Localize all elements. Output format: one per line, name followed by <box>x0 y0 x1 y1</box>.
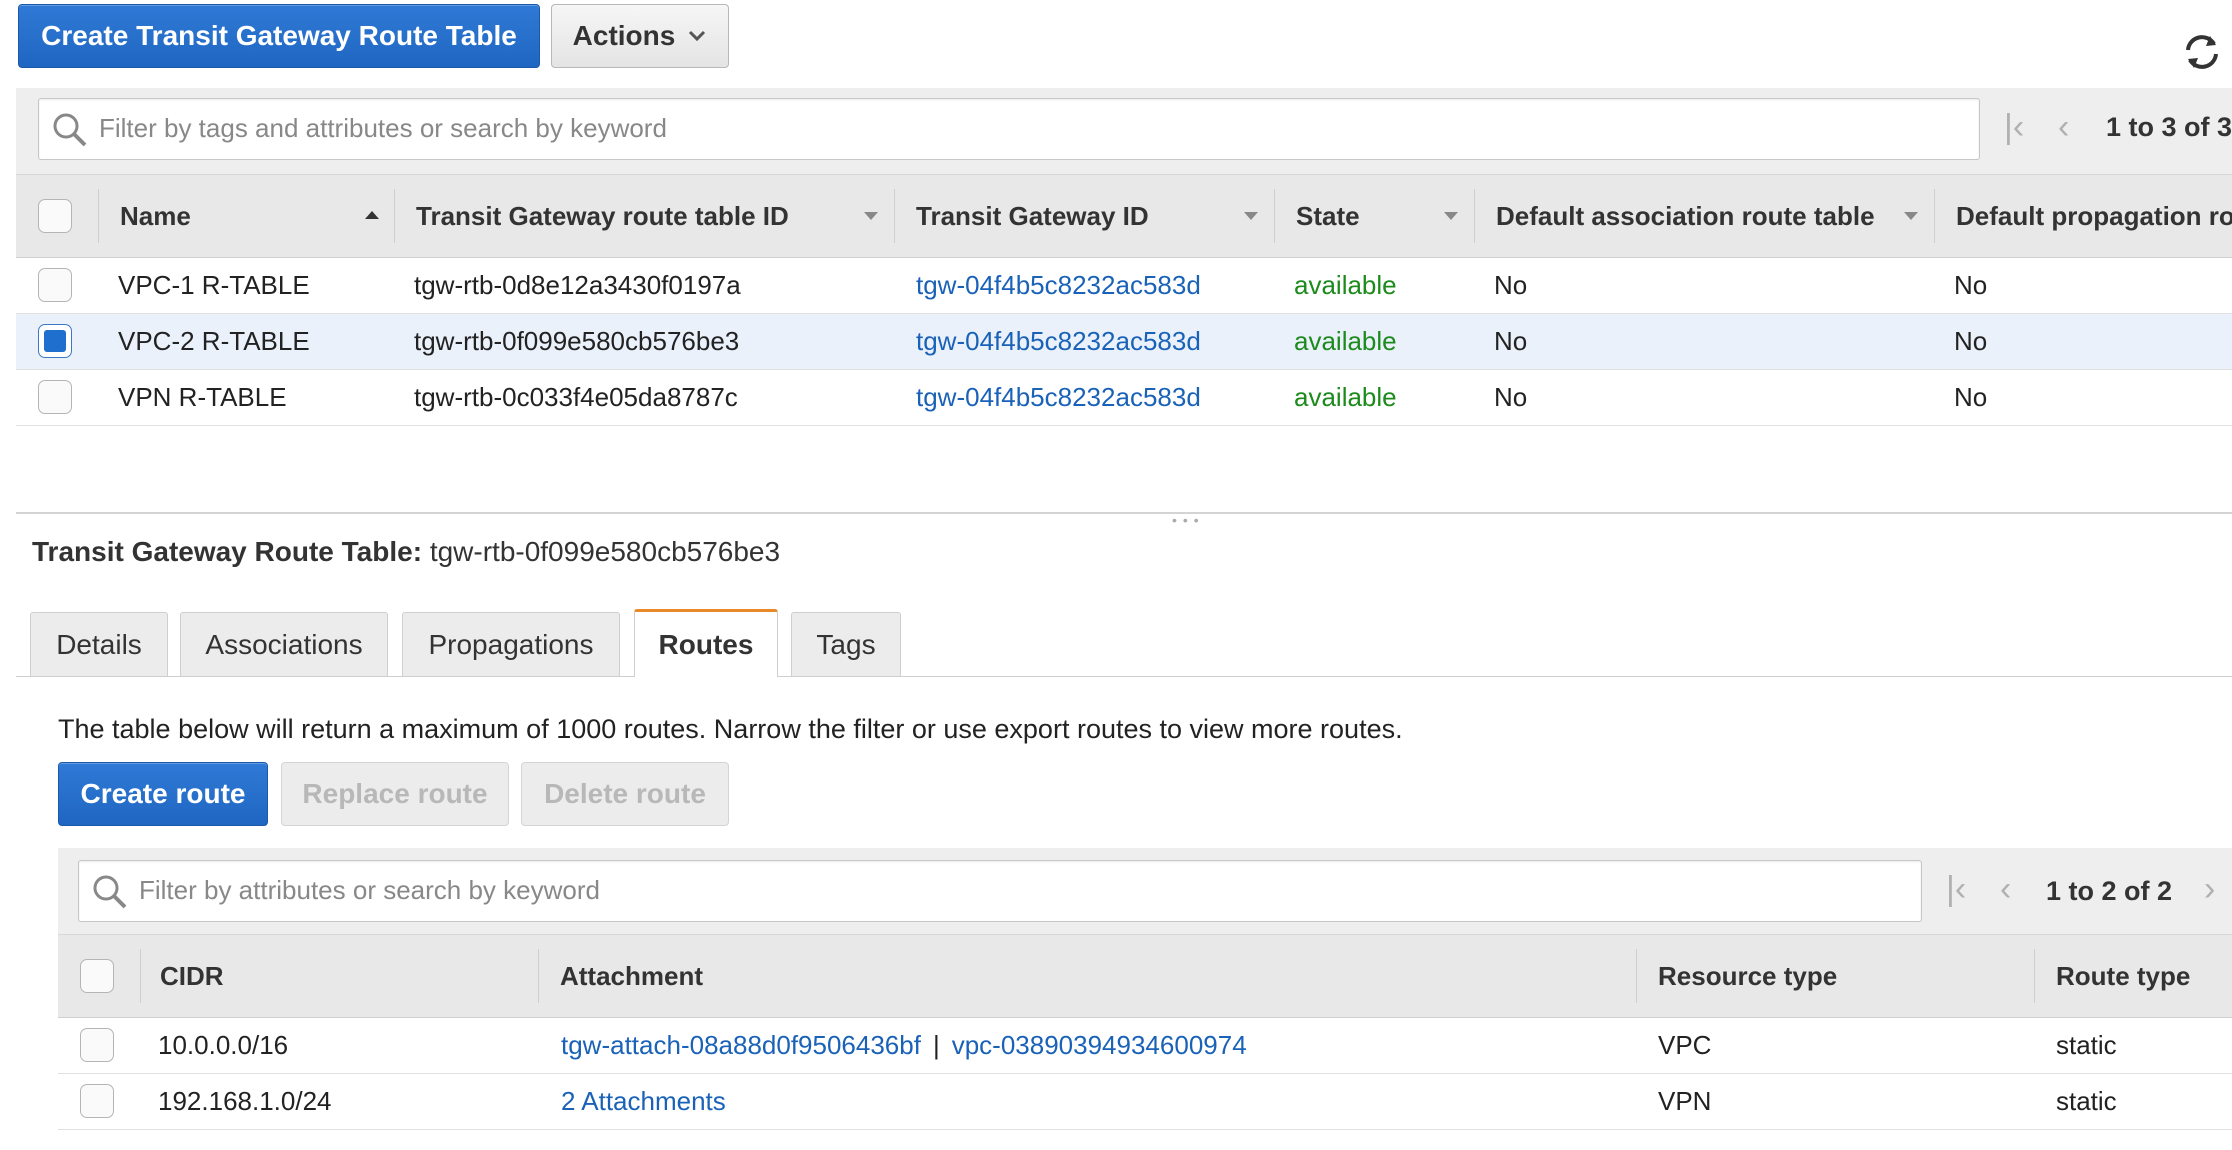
attachment-link[interactable]: tgw-attach-08a88d0f9506436bf <box>561 1030 921 1061</box>
select-all-checkbox[interactable] <box>38 199 72 233</box>
create-route-table-label: Create Transit Gateway Route Table <box>41 20 517 51</box>
prev-page-icon[interactable]: ‹ <box>2058 108 2069 147</box>
route-tables-header: Name Transit Gateway route table ID Tran… <box>16 174 2232 258</box>
sort-icon <box>1904 212 1918 220</box>
route-resource-type: VPC <box>1658 1030 1712 1060</box>
route-resource-type: VPN <box>1658 1086 1712 1116</box>
row-state: available <box>1294 270 1397 300</box>
sort-icon <box>864 212 878 220</box>
row-route-table-id: tgw-rtb-0d8e12a3430f0197a <box>414 270 741 300</box>
row-default-propagation: No <box>1954 326 1988 356</box>
sort-icon <box>1244 212 1258 220</box>
col-route-type[interactable]: Route type <box>2056 935 2190 1017</box>
tab-associations[interactable]: Associations <box>180 612 388 676</box>
tab-routes[interactable]: Routes <box>634 609 778 677</box>
top-pagination: 1 to 3 of 3 <box>2106 112 2232 142</box>
search-icon <box>93 875 127 909</box>
row-default-propagation: No <box>1954 270 1988 300</box>
route-cidr: 10.0.0.0/16 <box>158 1030 289 1060</box>
table-row[interactable]: VPC-1 R-TABLE tgw-rtb-0d8e12a3430f0197a … <box>16 258 2232 314</box>
row-default-association: No <box>1494 270 1528 300</box>
first-page-icon[interactable]: |‹ <box>1946 870 1966 909</box>
table-row-selected[interactable]: VPC-2 R-TABLE tgw-rtb-0f099e580cb576be3 … <box>16 314 2232 370</box>
col-default-propagation[interactable]: Default propagation ro <box>1956 175 2232 257</box>
top-search-input[interactable]: Filter by tags and attributes or search … <box>38 98 1980 160</box>
table-row[interactable]: VPN R-TABLE tgw-rtb-0c033f4e05da8787c tg… <box>16 370 2232 426</box>
row-checkbox-checked[interactable] <box>38 324 72 358</box>
row-name: VPC-2 R-TABLE <box>118 326 310 356</box>
detail-title-value: tgw-rtb-0f099e580cb576be3 <box>429 536 781 567</box>
tab-details[interactable]: Details <box>30 612 168 676</box>
route-attachment: tgw-attach-08a88d0f9506436bf | vpc-03890… <box>561 1018 1247 1073</box>
col-resource-type[interactable]: Resource type <box>1658 935 1837 1017</box>
create-route-button[interactable]: Create route <box>58 762 268 826</box>
first-page-icon[interactable]: |‹ <box>2004 108 2024 147</box>
route-row[interactable]: 10.0.0.0/16 tgw-attach-08a88d0f9506436bf… <box>58 1018 2232 1074</box>
detail-title: Transit Gateway Route Table: tgw-rtb-0f0… <box>32 536 780 568</box>
actions-button[interactable]: Actions <box>551 4 729 68</box>
tab-propagations[interactable]: Propagations <box>402 612 620 676</box>
search-icon <box>53 113 87 147</box>
route-row-checkbox[interactable] <box>80 1084 114 1118</box>
row-checkbox[interactable] <box>38 268 72 302</box>
refresh-icon[interactable] <box>2180 30 2224 74</box>
row-tgw-link[interactable]: tgw-04f4b5c8232ac583d <box>916 370 1201 425</box>
actions-label: Actions <box>572 20 676 51</box>
resize-handle[interactable]: ••• <box>1172 512 1205 528</box>
row-tgw-link[interactable]: tgw-04f4b5c8232ac583d <box>916 258 1201 313</box>
row-state: available <box>1294 326 1397 356</box>
detail-title-label: Transit Gateway Route Table: <box>32 536 423 567</box>
route-cidr: 192.168.1.0/24 <box>158 1086 332 1116</box>
row-default-propagation: No <box>1954 382 1988 412</box>
row-tgw-link[interactable]: tgw-04f4b5c8232ac583d <box>916 314 1201 369</box>
select-all-routes-checkbox[interactable] <box>80 959 114 993</box>
attachment-separator: | <box>932 1030 940 1060</box>
sort-asc-icon <box>365 211 379 219</box>
route-row[interactable]: 192.168.1.0/24 2 Attachments VPN static <box>58 1074 2232 1130</box>
col-tgw-id[interactable]: Transit Gateway ID <box>916 175 1149 257</box>
col-state[interactable]: State <box>1296 175 1360 257</box>
routes-search-input[interactable]: Filter by attributes or search by keywor… <box>78 860 1922 922</box>
row-checkbox[interactable] <box>38 380 72 414</box>
row-name: VPN R-TABLE <box>118 382 287 412</box>
replace-route-button[interactable]: Replace route <box>281 762 509 826</box>
row-state: available <box>1294 382 1397 412</box>
col-attachment[interactable]: Attachment <box>560 935 703 1017</box>
delete-route-button[interactable]: Delete route <box>521 762 729 826</box>
route-type: static <box>2056 1086 2117 1116</box>
tab-tags[interactable]: Tags <box>791 612 901 676</box>
routes-header: CIDR Attachment Resource type Route type <box>58 934 2232 1018</box>
row-name: VPC-1 R-TABLE <box>118 270 310 300</box>
create-route-table-button[interactable]: Create Transit Gateway Route Table <box>18 4 540 68</box>
col-cidr[interactable]: CIDR <box>160 935 224 1017</box>
tabs-baseline <box>16 676 2232 677</box>
vpc-link[interactable]: vpc-03890394934600974 <box>952 1030 1247 1061</box>
route-type: static <box>2056 1030 2117 1060</box>
row-default-association: No <box>1494 326 1528 356</box>
col-name[interactable]: Name <box>120 175 191 257</box>
routes-notice: The table below will return a maximum of… <box>58 714 1403 744</box>
routes-search-placeholder: Filter by attributes or search by keywor… <box>139 875 600 905</box>
split-divider[interactable] <box>16 512 2232 514</box>
attachments-link[interactable]: 2 Attachments <box>561 1074 726 1129</box>
route-row-checkbox[interactable] <box>80 1028 114 1062</box>
row-default-association: No <box>1494 382 1528 412</box>
routes-pagination: 1 to 2 of 2 <box>2046 876 2173 906</box>
chevron-down-icon <box>689 30 706 42</box>
next-page-icon[interactable]: › <box>2204 870 2215 909</box>
col-route-table-id[interactable]: Transit Gateway route table ID <box>416 175 789 257</box>
row-route-table-id: tgw-rtb-0f099e580cb576be3 <box>414 326 740 356</box>
top-search-placeholder: Filter by tags and attributes or search … <box>99 113 667 143</box>
prev-page-icon[interactable]: ‹ <box>2000 870 2011 909</box>
col-default-association[interactable]: Default association route table <box>1496 175 1875 257</box>
sort-icon <box>1444 212 1458 220</box>
row-route-table-id: tgw-rtb-0c033f4e05da8787c <box>414 382 738 412</box>
